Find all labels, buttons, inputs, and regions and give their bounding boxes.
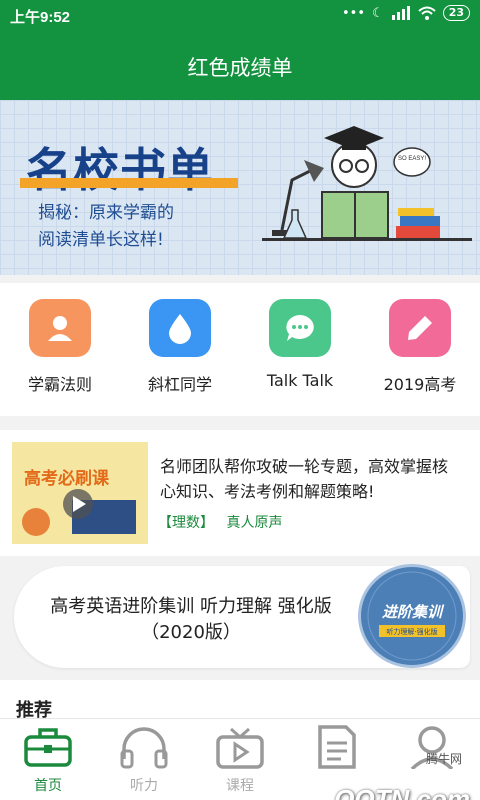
quick-link-label: Talk Talk	[266, 371, 334, 390]
banner-subtitle-line1: 揭秘：原来学霸的	[38, 203, 174, 223]
status-icons: ••• ☾ 23	[342, 5, 470, 21]
signal-icon	[391, 6, 410, 20]
moon-icon: ☾	[372, 5, 384, 21]
nav-label: 听力	[130, 778, 158, 794]
headphones-icon	[120, 727, 168, 769]
album-disc: 进阶集训 听力理解·强化版	[358, 564, 466, 668]
banner[interactable]: 名校书单 揭秘：原来学霸的 阅读清单长这样! SO EASY!	[0, 100, 480, 275]
quick-link-xueba[interactable]: 学霸法则	[0, 299, 120, 395]
scholar-illustration: SO EASY!	[262, 126, 472, 241]
course-tags: 【理数】 真人原声	[158, 512, 290, 532]
status-time: 上午9:52	[10, 9, 71, 26]
voice-tag: 真人原声	[226, 515, 283, 531]
quick-link-talktalk[interactable]: Talk Talk	[240, 299, 360, 390]
app-screen: 上午9:52 ••• ☾ 23 红色成绩单 名校书单 揭秘：原来学霸的 阅读清单…	[0, 0, 480, 800]
quick-link-label: 2019高考	[383, 375, 457, 394]
quick-link-label: 斜杠同学	[147, 375, 212, 394]
battery-icon: 23	[442, 5, 470, 21]
watermark: 腾牛网 QQTN.com	[270, 748, 480, 800]
banner-stripe	[20, 178, 238, 188]
wifi-icon	[418, 6, 436, 20]
course-thumbnail: 高考必刷课	[12, 442, 148, 544]
promo-title: 高考英语进阶集训 听力理解 强化版（2020版）	[50, 596, 332, 643]
quick-link-xiegang[interactable]: 斜杠同学	[120, 299, 240, 395]
disc-subtitle: 听力理解·强化版	[386, 627, 437, 636]
quick-link-label: 学霸法则	[27, 375, 92, 394]
banner-subtitle: 揭秘：原来学霸的 阅读清单长这样!	[38, 200, 174, 254]
briefcase-icon	[24, 728, 72, 767]
watermark-small: 腾牛网	[425, 752, 462, 766]
water-drop-icon	[149, 299, 211, 357]
play-icon	[22, 489, 136, 536]
more-dots-icon: •••	[342, 5, 366, 21]
recommend-section: 推荐	[0, 680, 480, 721]
status-bar: 上午9:52 ••• ☾ 23	[0, 0, 480, 32]
banner-title: 名校书单	[26, 143, 214, 197]
quick-links: 学霸法则 斜杠同学 Talk Talk 2019高考	[0, 283, 480, 416]
person-icon	[29, 299, 91, 357]
page-title: 红色成绩单	[187, 56, 293, 80]
nav-listening[interactable]: 听力	[96, 725, 192, 795]
pencil-icon	[389, 299, 451, 357]
top-bar: 上午9:52 ••• ☾ 23 红色成绩单	[0, 0, 480, 100]
quick-link-gaokao[interactable]: 2019高考	[360, 299, 480, 395]
chat-bubble-icon	[269, 299, 331, 357]
subject-tag: 【理数】	[158, 515, 214, 531]
promo-card[interactable]: 高考英语进阶集训 听力理解 强化版（2020版） 进阶集训 听力理解·强化版	[14, 564, 470, 668]
watermark-text: QQTN.com	[334, 784, 470, 800]
course-description: 名师团队帮你攻破一轮专题，高效掌握核心知识、考法考例和解题策略!	[160, 457, 449, 501]
banner-subtitle-line2: 阅读清单长这样!	[38, 230, 164, 250]
nav-label: 首页	[34, 778, 62, 794]
bubble-text: SO EASY!	[398, 156, 426, 162]
nav-home[interactable]: 首页	[0, 725, 96, 795]
video-icon	[216, 727, 264, 769]
course-card[interactable]: 高考必刷课 名师团队帮你攻破一轮专题，高效掌握核心知识、考法考例和解题策略! 【…	[0, 430, 480, 556]
disc-title: 进阶集训	[382, 603, 445, 621]
